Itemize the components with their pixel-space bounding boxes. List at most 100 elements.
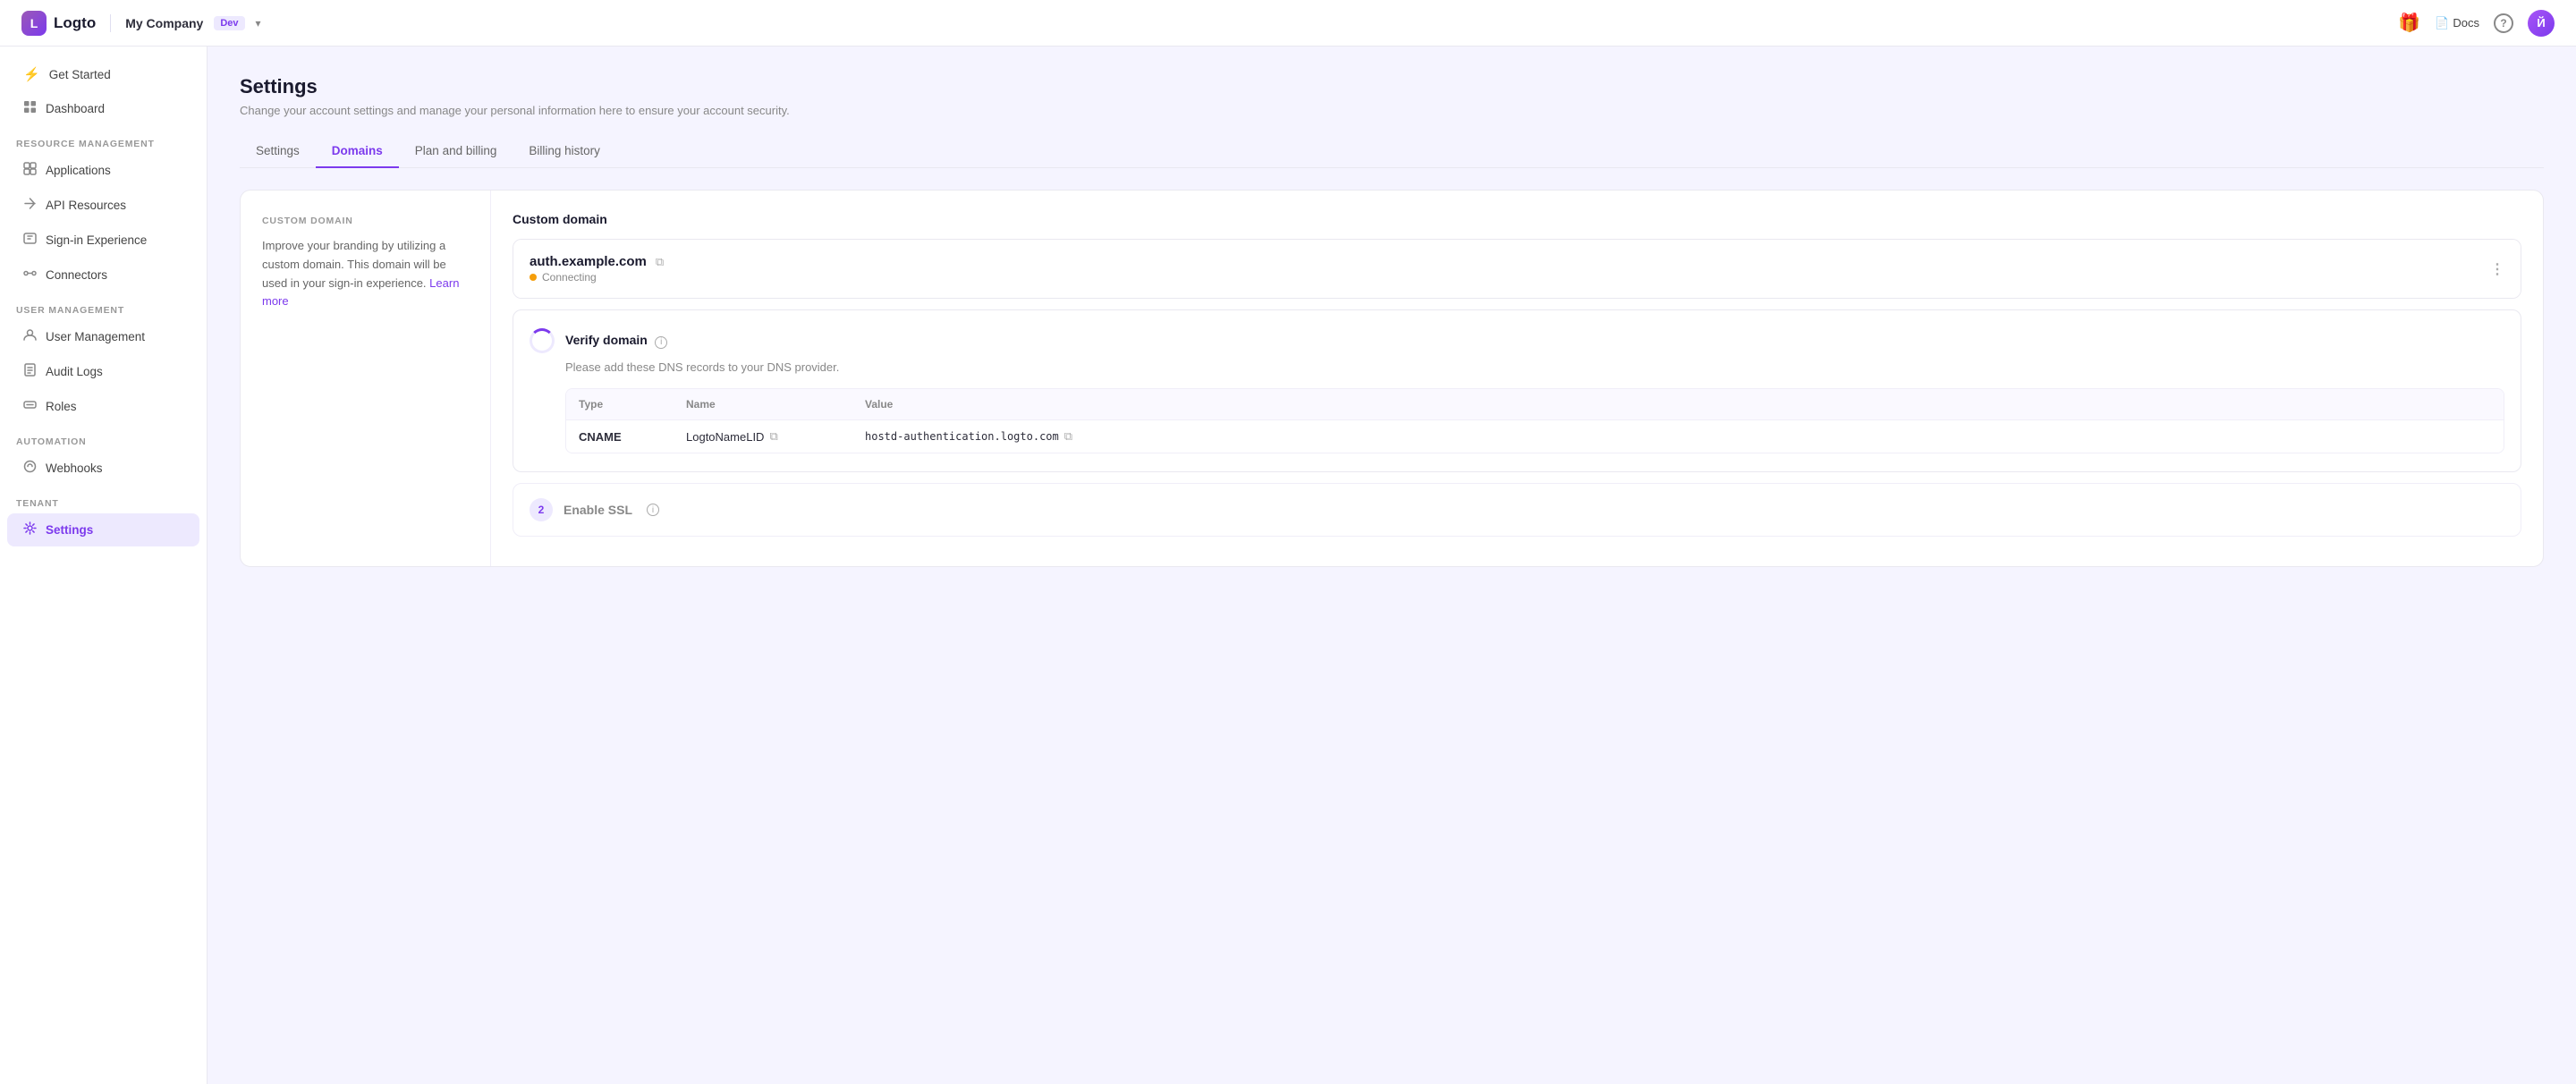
page-title: Settings — [240, 75, 2544, 98]
status-dot — [530, 274, 537, 281]
docs-link[interactable]: 📄 Docs — [2435, 16, 2479, 30]
status-text: Connecting — [542, 271, 597, 284]
custom-domain-card: Custom Domain Improve your branding by u… — [240, 190, 2544, 567]
env-badge[interactable]: Dev — [214, 16, 244, 30]
sidebar-label-audit-logs: Audit Logs — [46, 365, 103, 378]
section-resource-management: Resource Management — [0, 126, 207, 153]
spinner-icon — [530, 328, 555, 353]
dns-col-type: Type — [579, 398, 686, 411]
sidebar-label-get-started: Get Started — [49, 68, 111, 81]
applications-icon — [23, 162, 37, 179]
sidebar-label-webhooks: Webhooks — [46, 462, 103, 475]
ssl-info-icon[interactable]: i — [647, 504, 659, 516]
api-resources-icon — [23, 197, 37, 214]
card-left: Custom Domain Improve your branding by u… — [241, 191, 491, 566]
settings-icon — [23, 521, 37, 538]
section-automation: Automation — [0, 424, 207, 451]
learn-more-link[interactable]: Learn more — [262, 276, 459, 309]
domain-status: Connecting — [530, 271, 664, 284]
sidebar-item-user-management[interactable]: User Management — [7, 320, 199, 353]
sidebar-label-api-resources: API Resources — [46, 199, 126, 212]
verify-description: Please add these DNS records to your DNS… — [565, 360, 2504, 374]
page-subtitle: Change your account settings and manage … — [240, 104, 2544, 117]
sidebar-label-user-management: User Management — [46, 330, 145, 343]
domain-header: auth.example.com ⧉ Connecting ⋮ — [513, 240, 2521, 298]
dns-name: LogtoNameLID ⧉ — [686, 429, 865, 444]
verify-info-icon[interactable]: i — [655, 336, 667, 349]
roles-icon — [23, 398, 37, 415]
dns-table-header: Type Name Value — [566, 389, 2504, 419]
docs-label: Docs — [2453, 16, 2479, 30]
verify-title-row: Verify domain i — [565, 333, 667, 349]
sidebar-item-dashboard[interactable]: Dashboard — [7, 92, 199, 125]
dns-col-value: Value — [865, 398, 2491, 411]
domain-info: auth.example.com ⧉ Connecting — [530, 254, 664, 284]
tab-plan-billing[interactable]: Plan and billing — [399, 135, 513, 168]
domain-name-row: auth.example.com ⧉ — [530, 254, 664, 269]
tab-domains[interactable]: Domains — [316, 135, 399, 168]
webhooks-icon — [23, 460, 37, 477]
docs-icon: 📄 — [2435, 16, 2449, 30]
company-chevron-icon[interactable]: ▾ — [256, 17, 261, 30]
verify-domain-header: Verify domain i — [530, 328, 2504, 353]
custom-domain-right-title: Custom domain — [513, 212, 2521, 226]
get-started-icon: ⚡ — [23, 66, 40, 82]
custom-domain-section-label: Custom Domain — [262, 216, 469, 226]
company-name[interactable]: My Company — [125, 16, 203, 30]
dns-value: hostd-authentication.logto.com ⧉ — [865, 429, 2491, 444]
domain-box: auth.example.com ⧉ Connecting ⋮ — [513, 239, 2521, 299]
gift-icon[interactable]: 🎁 — [2398, 12, 2420, 34]
tab-billing-history[interactable]: Billing history — [513, 135, 616, 168]
sidebar-item-roles[interactable]: Roles — [7, 390, 199, 423]
copy-domain-icon[interactable]: ⧉ — [656, 255, 664, 269]
user-avatar[interactable]: Й — [2528, 10, 2555, 37]
topnav: L Logto My Company Dev ▾ 🎁 📄 Docs ? Й — [0, 0, 2576, 47]
ssl-header: 2 Enable SSL i — [530, 498, 2504, 521]
sidebar-item-connectors[interactable]: Connectors — [7, 258, 199, 292]
topnav-right: 🎁 📄 Docs ? Й — [2398, 10, 2555, 37]
ssl-title: Enable SSL — [564, 503, 632, 517]
nav-divider — [110, 14, 111, 32]
topnav-left: L Logto My Company Dev ▾ — [21, 11, 261, 36]
logo-icon: L — [21, 11, 47, 36]
sidebar-label-dashboard: Dashboard — [46, 102, 105, 115]
sidebar: ⚡ Get Started Dashboard Resource Managem… — [0, 47, 208, 1084]
audit-logs-icon — [23, 363, 37, 380]
sidebar-item-get-started[interactable]: ⚡ Get Started — [7, 58, 199, 90]
sidebar-item-sign-in-experience[interactable]: Sign-in Experience — [7, 224, 199, 257]
dns-table: Type Name Value CNAME LogtoNameLID ⧉ — [565, 388, 2504, 453]
main-content: Settings Change your account settings an… — [208, 47, 2576, 1084]
copy-value-icon[interactable]: ⧉ — [1064, 429, 1072, 444]
sidebar-item-settings[interactable]: Settings — [7, 513, 199, 546]
layout: ⚡ Get Started Dashboard Resource Managem… — [0, 47, 2576, 1084]
tab-settings[interactable]: Settings — [240, 135, 316, 168]
sidebar-label-applications: Applications — [46, 164, 111, 177]
dns-type: CNAME — [579, 429, 686, 444]
card-inner: Custom Domain Improve your branding by u… — [241, 191, 2543, 566]
ssl-step-badge: 2 — [530, 498, 553, 521]
sidebar-item-applications[interactable]: Applications — [7, 154, 199, 187]
domain-name: auth.example.com — [530, 254, 647, 269]
sidebar-item-audit-logs[interactable]: Audit Logs — [7, 355, 199, 388]
section-user-management: User Management — [0, 292, 207, 319]
card-right: Custom domain auth.example.com ⧉ — [491, 191, 2543, 566]
dns-table-row: CNAME LogtoNameLID ⧉ hostd-authenticatio… — [566, 419, 2504, 453]
user-management-icon — [23, 328, 37, 345]
sidebar-label-sign-in-experience: Sign-in Experience — [46, 233, 147, 247]
dashboard-icon — [23, 100, 37, 117]
sidebar-label-roles: Roles — [46, 400, 77, 413]
connectors-icon — [23, 267, 37, 284]
help-button[interactable]: ? — [2494, 13, 2513, 33]
dns-col-name: Name — [686, 398, 865, 411]
more-options-icon[interactable]: ⋮ — [2490, 260, 2504, 278]
section-tenant: Tenant — [0, 486, 207, 512]
ssl-section: 2 Enable SSL i — [513, 483, 2521, 537]
sidebar-item-api-resources[interactable]: API Resources — [7, 189, 199, 222]
logo-text: Logto — [54, 14, 96, 32]
sidebar-label-connectors: Connectors — [46, 268, 107, 282]
logo-block: L Logto — [21, 11, 96, 36]
copy-name-icon[interactable]: ⧉ — [769, 429, 777, 444]
sidebar-item-webhooks[interactable]: Webhooks — [7, 452, 199, 485]
tab-bar: Settings Domains Plan and billing Billin… — [240, 135, 2544, 168]
verify-domain-section: Verify domain i Please add these DNS rec… — [513, 309, 2521, 472]
